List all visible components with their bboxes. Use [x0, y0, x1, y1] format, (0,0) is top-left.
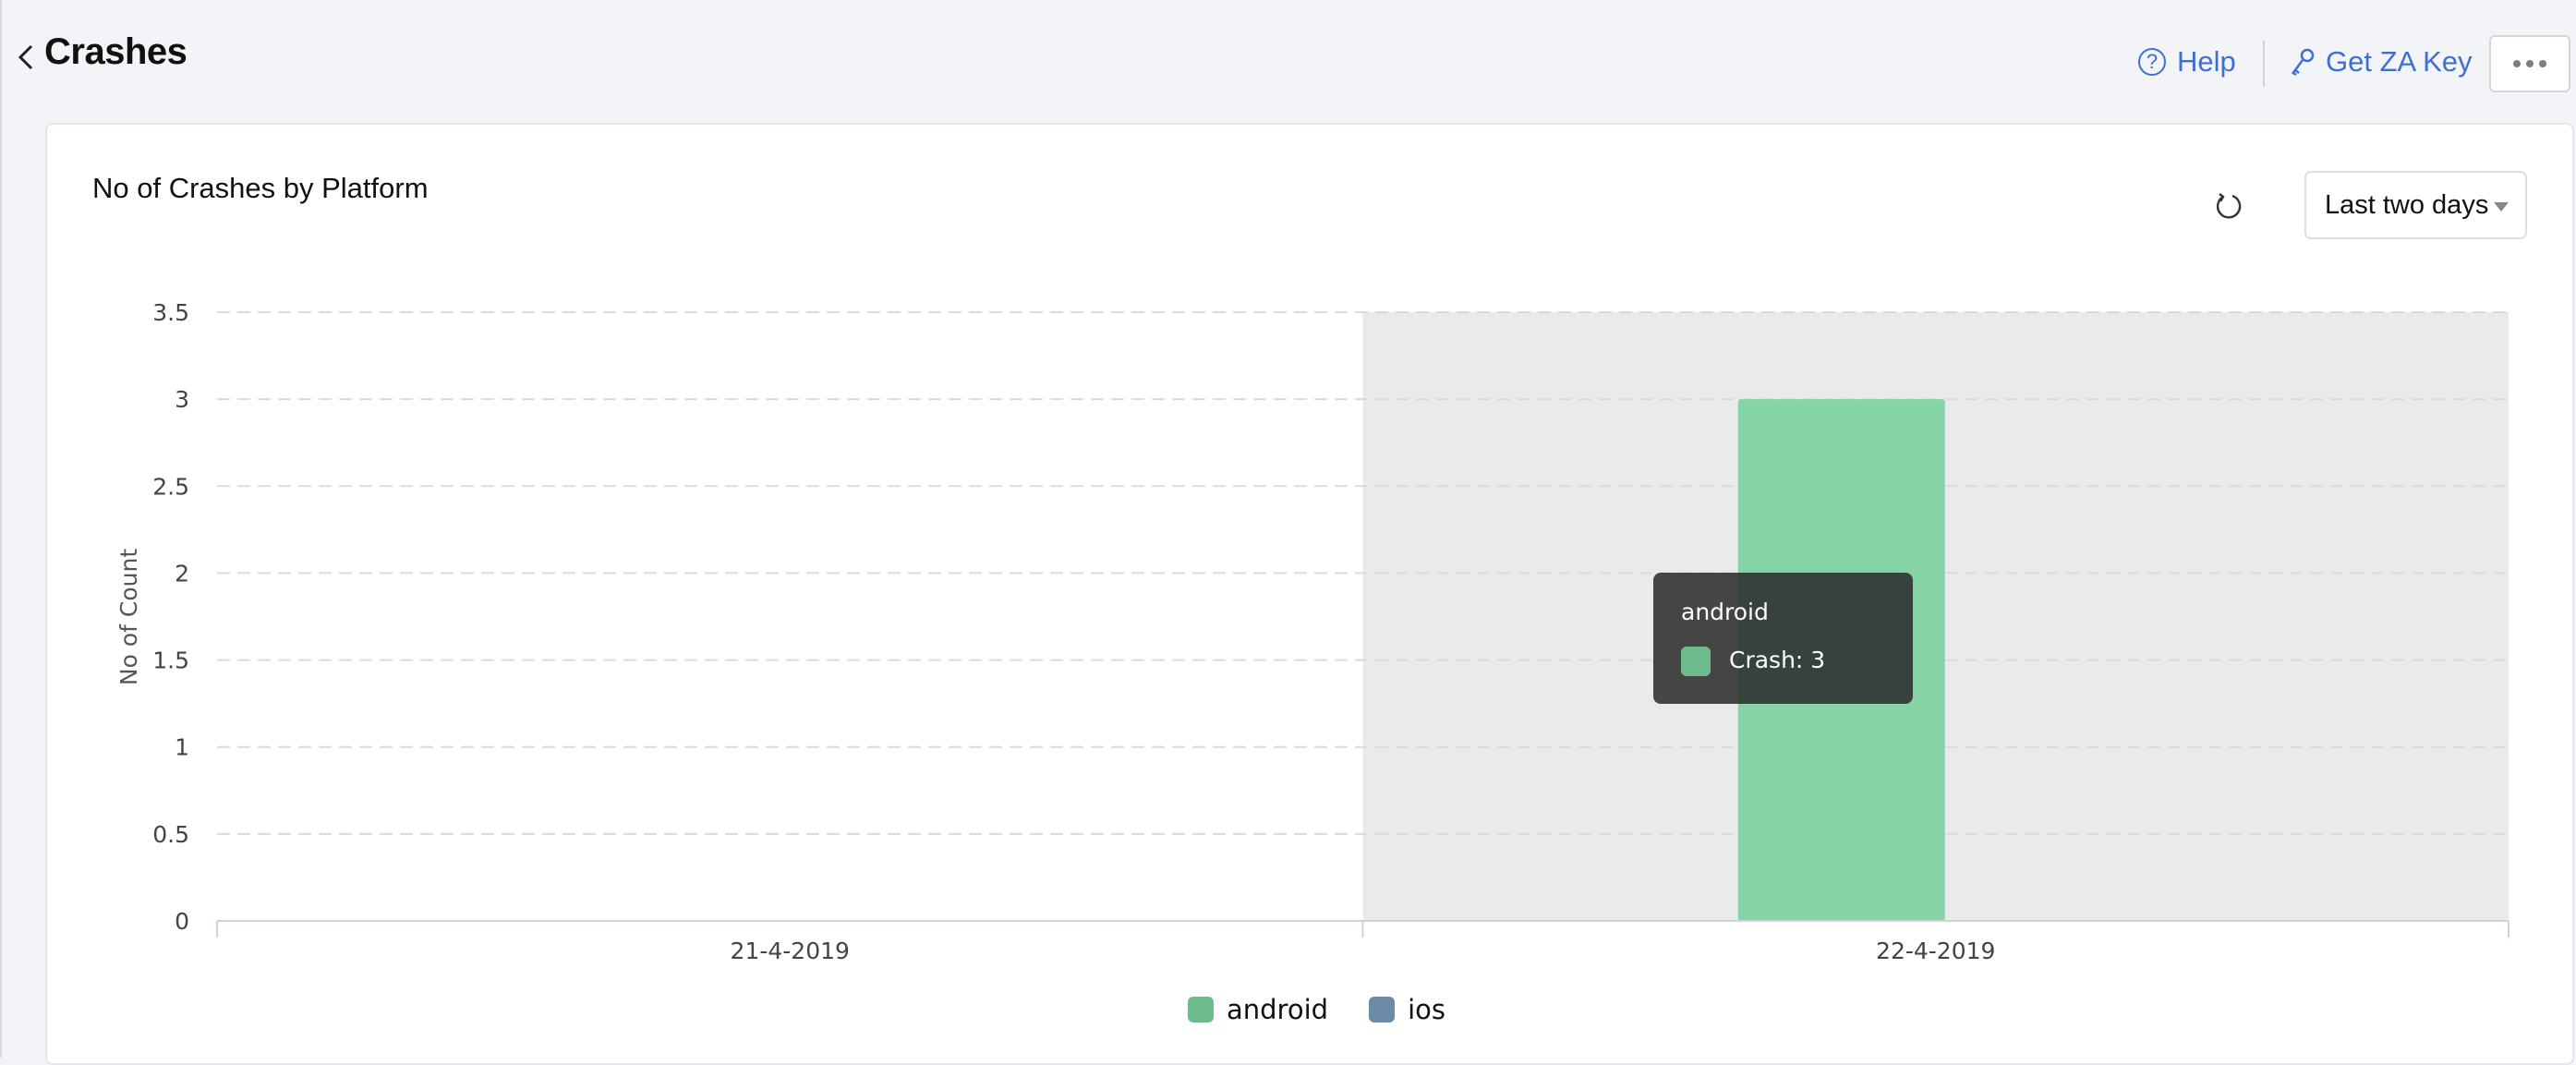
chart-legend: android ios [1188, 994, 1486, 1025]
tooltip-swatch [1681, 647, 1711, 676]
tooltip-title: android [1681, 599, 1769, 625]
tooltip-value: Crash: 3 [1729, 647, 1826, 673]
y-tick-label: 2.5 [152, 473, 189, 500]
legend-label: ios [1408, 994, 1445, 1025]
legend-swatch [1188, 997, 1214, 1023]
y-tick-label: 1 [175, 734, 189, 761]
y-axis-title: No of Count [115, 549, 142, 685]
y-tick-label: 2 [175, 560, 189, 587]
legend-item-android[interactable]: android [1188, 994, 1328, 1025]
y-tick-label: 3.5 [152, 299, 189, 326]
x-tick-label: 22-4-2019 [1876, 938, 1995, 964]
y-tick-label: 1.5 [152, 647, 189, 674]
legend-label: android [1227, 994, 1329, 1025]
legend-item-ios[interactable]: ios [1369, 994, 1445, 1025]
x-tick-label: 21-4-2019 [731, 938, 850, 964]
chart-tooltip: android Crash: 3 [1653, 573, 1913, 704]
y-tick-label: 0.5 [152, 821, 189, 848]
bar-chart: 0 0.5 1 1.5 2 2.5 3 3.5 21-4-2019 22-4-2019 No of … [115, 299, 2509, 964]
y-tick-label: 3 [175, 386, 189, 413]
legend-swatch [1369, 997, 1396, 1023]
y-tick-label: 0 [175, 908, 189, 935]
